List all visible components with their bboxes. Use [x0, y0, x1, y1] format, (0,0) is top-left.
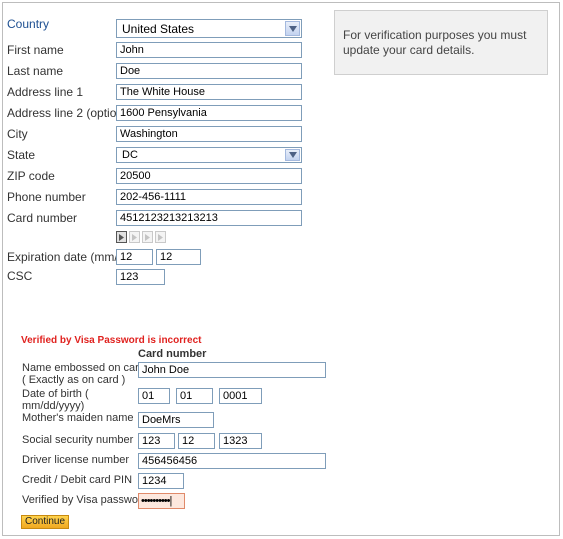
card-type-icons: [116, 231, 166, 243]
state-select-value: DC: [122, 149, 138, 161]
country-select[interactable]: United States: [116, 19, 302, 38]
maiden-name-label: Mother's maiden name: [22, 412, 134, 424]
address2-field[interactable]: 1600 Pensylvania: [116, 105, 302, 121]
driver-license-field[interactable]: 456456456: [138, 453, 326, 469]
expiration-year-field[interactable]: 12: [156, 249, 201, 265]
country-label: Country: [7, 17, 50, 31]
ssn-part3-field[interactable]: 1323: [219, 433, 262, 449]
card-type-icon[interactable]: [155, 231, 166, 243]
pin-label: Credit / Debit card PIN: [22, 474, 133, 486]
ssn-part2-field[interactable]: 12: [178, 433, 215, 449]
csc-label: CSC: [7, 269, 33, 283]
last-name-label: Last name: [7, 64, 64, 78]
address1-field[interactable]: The White House: [116, 84, 302, 100]
zip-field[interactable]: 20500: [116, 168, 302, 184]
verification-notice: For verification purposes you must updat…: [334, 10, 548, 75]
card-type-icon[interactable]: [116, 231, 127, 243]
dob-year-field[interactable]: 0001: [219, 388, 262, 404]
phone-label: Phone number: [7, 190, 86, 204]
state-label: State: [7, 148, 36, 162]
dob-label-line1: Date of birth (: [22, 388, 89, 400]
vbv-password-label: Verified by Visa password: [22, 494, 148, 506]
city-label: City: [7, 127, 28, 141]
card-number-label: Card number: [7, 211, 78, 225]
card-type-icon[interactable]: [129, 231, 140, 243]
card-number-field[interactable]: 4512123213213213: [116, 210, 302, 226]
card-type-icon[interactable]: [142, 231, 153, 243]
first-name-field[interactable]: John: [116, 42, 302, 58]
dob-label-line2: mm/dd/yyyy): [22, 400, 85, 412]
name-embossed-label-line1: Name embossed on card: [22, 362, 145, 374]
section-column-header: Card number: [138, 348, 207, 360]
dob-label: Date of birth ( mm/dd/yyyy): [22, 388, 89, 412]
continue-button[interactable]: Continue: [21, 515, 69, 529]
password-error-message: Verified by Visa Password is incorrect: [21, 335, 202, 346]
state-select[interactable]: DC: [116, 147, 302, 163]
country-select-value: United States: [122, 22, 195, 36]
dob-month-field[interactable]: 01: [138, 388, 170, 404]
dob-day-field[interactable]: 01: [176, 388, 213, 404]
zip-label: ZIP code: [7, 169, 55, 183]
pin-field[interactable]: 1234: [138, 473, 184, 489]
city-field[interactable]: Washington: [116, 126, 302, 142]
name-embossed-label: Name embossed on card ( Exactly as on ca…: [22, 362, 145, 386]
csc-field[interactable]: 123: [116, 269, 165, 285]
phone-field[interactable]: 202-456-1111: [116, 189, 302, 205]
first-name-label: First name: [7, 43, 64, 57]
maiden-name-field[interactable]: DoeMrs: [138, 412, 214, 428]
driver-license-label: Driver license number: [22, 454, 129, 466]
ssn-label: Social security number: [22, 434, 134, 446]
ssn-part1-field[interactable]: 123: [138, 433, 175, 449]
expiration-label: Expiration date (mm/yy): [7, 250, 134, 264]
expiration-month-field[interactable]: 12: [116, 249, 153, 265]
name-embossed-field[interactable]: John Doe: [138, 362, 326, 378]
address1-label: Address line 1: [7, 85, 84, 99]
last-name-field[interactable]: Doe: [116, 63, 302, 79]
chevron-down-icon[interactable]: [285, 21, 300, 36]
vbv-password-field[interactable]: ••••••••••|: [138, 493, 185, 509]
name-embossed-label-line2: ( Exactly as on card ): [22, 374, 126, 386]
chevron-down-icon[interactable]: [285, 149, 300, 161]
